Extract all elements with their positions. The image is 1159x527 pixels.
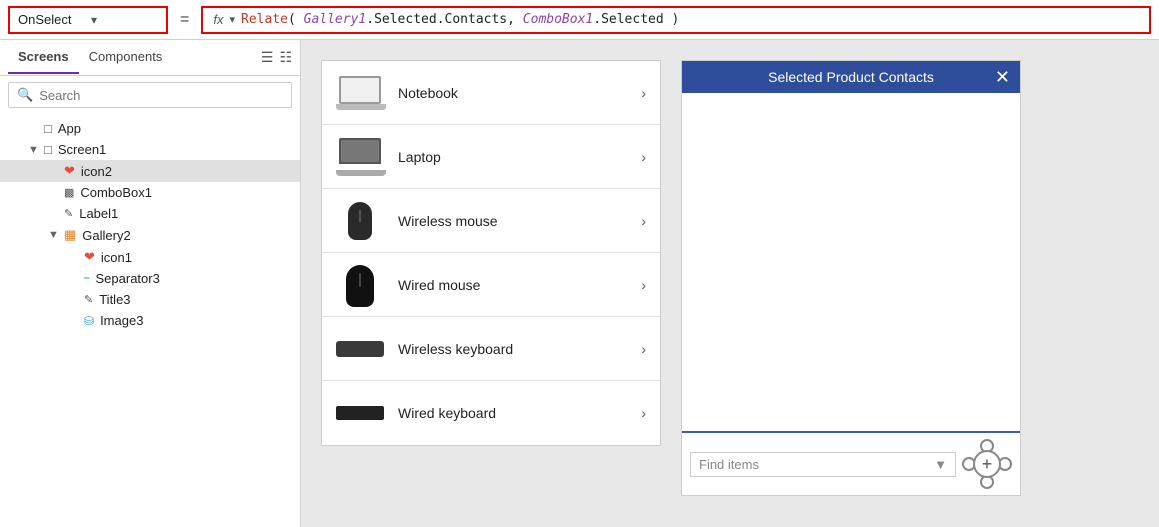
content-area: Notebook › Laptop › (301, 40, 1159, 527)
tree-item-label1[interactable]: ✎ Label1 (0, 203, 300, 224)
tree-item-image3[interactable]: ⛁ Image3 (0, 310, 300, 331)
search-input[interactable] (39, 88, 283, 103)
product-image-wired-mouse (336, 265, 384, 305)
product-image-laptop (336, 137, 384, 177)
chevron-down-icon-fx: ▾ (229, 13, 235, 26)
action-cluster: + (962, 439, 1012, 489)
add-relate-button[interactable]: + (973, 450, 1001, 478)
gallery-item-wired-keyboard[interactable]: Wired keyboard › (322, 381, 660, 445)
chevron-right-icon: › (641, 277, 646, 293)
fx-label: fx (213, 12, 223, 27)
contacts-body (682, 93, 1020, 433)
tree-label-icon1: icon1 (101, 250, 132, 265)
tree-label-screen1: Screen1 (58, 142, 106, 157)
chevron-right-icon: › (641, 85, 646, 101)
product-name-wireless-keyboard: Wireless keyboard (398, 341, 627, 357)
equals-sign: = (176, 11, 193, 29)
sidebar: Screens Components ☰ ☷ 🔍 □ App (0, 40, 301, 527)
chevron-right-icon: › (641, 149, 646, 165)
main-layout: Screens Components ☰ ☷ 🔍 □ App (0, 40, 1159, 527)
tree-item-icon2[interactable]: ❤ icon2 (0, 160, 300, 182)
grid-view-icon[interactable]: ☷ (279, 49, 292, 66)
sidebar-tabs: Screens Components ☰ ☷ (0, 40, 300, 76)
top-bar: OnSelect ▾ = fx ▾ Relate( Gallery1.Selec… (0, 0, 1159, 40)
find-items-placeholder: Find items (699, 457, 759, 472)
tab-screens[interactable]: Screens (8, 41, 79, 74)
tree-label-app: App (58, 121, 81, 136)
product-name-wireless-mouse: Wireless mouse (398, 213, 627, 229)
label-icon: ✎ (64, 207, 73, 220)
chevron-right-icon: › (641, 405, 646, 421)
product-image-wireless-keyboard (336, 329, 384, 369)
title-icon: ✎ (84, 293, 93, 306)
contacts-panel: Selected Product Contacts ✕ Find items ▼… (681, 60, 1021, 496)
list-view-icon[interactable]: ☰ (261, 49, 274, 66)
gallery-item-notebook[interactable]: Notebook › (322, 61, 660, 125)
tree-label-label1: Label1 (79, 206, 118, 221)
tree-label-image3: Image3 (100, 313, 143, 328)
tab-components[interactable]: Components (79, 41, 173, 74)
gallery-item-wired-mouse[interactable]: Wired mouse › (322, 253, 660, 317)
find-items-input[interactable]: Find items ▼ (690, 452, 956, 477)
tree-item-combobox1[interactable]: ▩ ComboBox1 (0, 182, 300, 203)
sidebar-tab-icons: ☰ ☷ (261, 49, 292, 66)
event-dropdown[interactable]: OnSelect ▾ (8, 6, 168, 34)
tree-label-icon2: icon2 (81, 164, 112, 179)
product-image-notebook (336, 73, 384, 113)
gallery-item-laptop[interactable]: Laptop › (322, 125, 660, 189)
product-name-wired-keyboard: Wired keyboard (398, 405, 627, 421)
expand-icon: ▼ (48, 229, 60, 241)
contacts-title: Selected Product Contacts (768, 69, 934, 85)
gallery-item-wireless-mouse[interactable]: Wireless mouse › (322, 189, 660, 253)
gallery-item-wireless-keyboard[interactable]: Wireless keyboard › (322, 317, 660, 381)
tree-label-combobox1: ComboBox1 (80, 185, 152, 200)
contacts-header: Selected Product Contacts ✕ (682, 61, 1020, 93)
tree-item-app[interactable]: □ App (0, 118, 300, 139)
product-gallery: Notebook › Laptop › (321, 60, 661, 446)
tree-item-icon1[interactable]: ❤ icon1 (0, 246, 300, 268)
find-items-chevron-icon: ▼ (934, 457, 947, 472)
formula-bar[interactable]: fx ▾ Relate( Gallery1.Selected.Contacts,… (201, 6, 1151, 34)
search-bar: 🔍 (8, 82, 292, 108)
close-button[interactable]: ✕ (995, 68, 1010, 86)
icon-icon: ❤ (64, 163, 75, 179)
tree-item-gallery2[interactable]: ▼ ▦ Gallery2 (0, 224, 300, 246)
combobox-icon: ▩ (64, 186, 74, 199)
plus-icon: + (982, 454, 993, 475)
image-icon: ⛁ (84, 314, 94, 328)
product-image-wired-keyboard (336, 393, 384, 433)
search-icon: 🔍 (17, 87, 33, 103)
tree-label-separator3: Separator3 (96, 271, 160, 286)
formula-text: Relate( Gallery1.Selected.Contacts, Comb… (241, 12, 679, 27)
tree-label-title3: Title3 (99, 292, 130, 307)
tree-item-separator3[interactable]: ⎯ Separator3 (0, 268, 300, 289)
screen-icon: □ (44, 142, 52, 157)
separator-icon: ⎯ (84, 272, 90, 285)
tree-area: □ App ▼ □ Screen1 ❤ icon2 ▩ (0, 114, 300, 527)
icon-icon2: ❤ (84, 249, 95, 265)
expand-icon: ▼ (28, 144, 40, 156)
product-name-notebook: Notebook (398, 85, 627, 101)
tree-item-title3[interactable]: ✎ Title3 (0, 289, 300, 310)
app-icon: □ (44, 121, 52, 136)
product-image-wireless-mouse (336, 201, 384, 241)
tree-item-screen1[interactable]: ▼ □ Screen1 (0, 139, 300, 160)
chevron-down-icon: ▾ (91, 13, 158, 27)
product-name-laptop: Laptop (398, 149, 627, 165)
chevron-right-icon: › (641, 341, 646, 357)
product-name-wired-mouse: Wired mouse (398, 277, 627, 293)
event-dropdown-label: OnSelect (18, 12, 85, 27)
gallery-icon: ▦ (64, 227, 76, 243)
contacts-footer: Find items ▼ + (682, 433, 1020, 495)
chevron-right-icon: › (641, 213, 646, 229)
tree-label-gallery2: Gallery2 (82, 228, 130, 243)
